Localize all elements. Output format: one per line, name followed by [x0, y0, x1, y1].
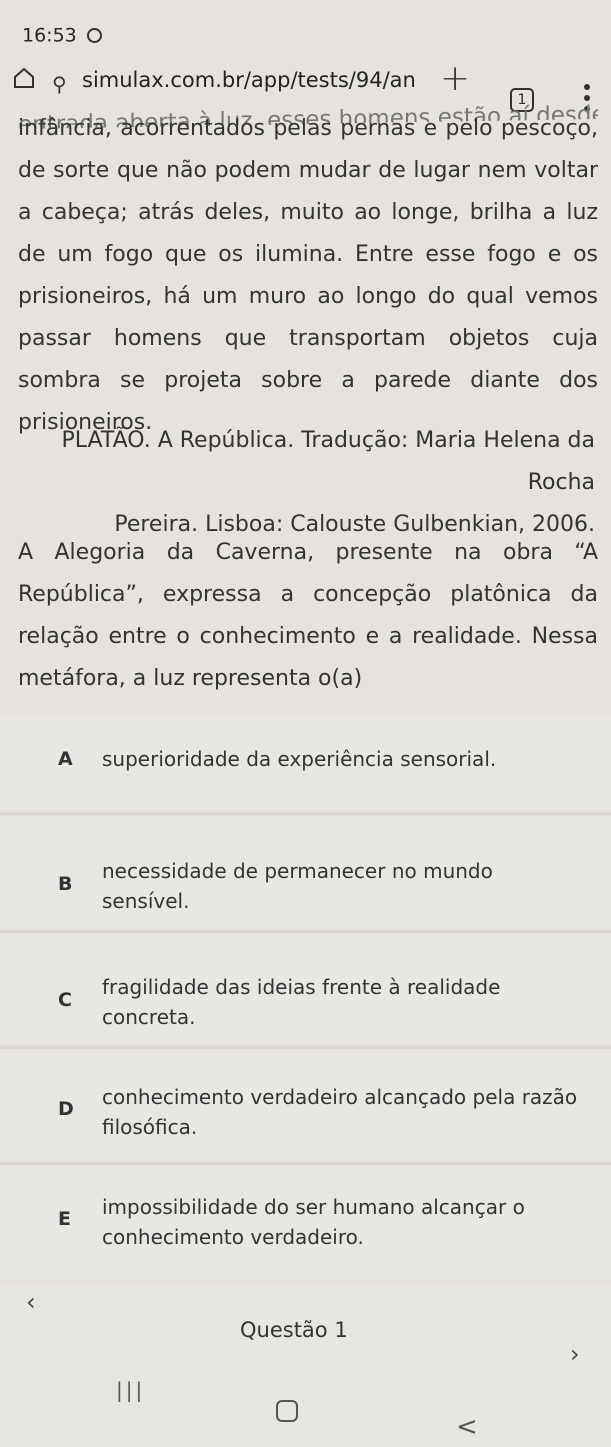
question-navigation: ‹ Questão 1 › ||| < [0, 1284, 611, 1447]
site-settings-icon[interactable]: ⚲ [52, 72, 67, 96]
back-button[interactable]: < [456, 1412, 478, 1442]
option-text: fragilidade das ideias frente à realidad… [102, 975, 501, 1029]
option-letter: E [58, 1208, 71, 1230]
url-bar[interactable]: simulax.com.br/app/tests/94/ans [82, 68, 416, 92]
divider [0, 1162, 611, 1165]
status-time: 16:53 [22, 24, 77, 47]
option-text: necessidade de permanecer no mundo sensí… [102, 859, 493, 913]
option-text: impossibilidade do ser humano alcançar o… [102, 1195, 525, 1249]
option-letter: C [58, 989, 72, 1011]
option-letter: D [58, 1098, 74, 1120]
option-letter: A [58, 748, 73, 770]
option-e[interactable]: E impossibilidade do ser humano alcançar… [0, 1166, 611, 1280]
clock-icon [86, 28, 102, 43]
citation-line: PLATÃO. A República. Tradução: Maria Hel… [61, 428, 595, 495]
option-text: conhecimento verdadeiro alcançado pela r… [102, 1085, 578, 1139]
option-b[interactable]: B necessidade de permanecer no mundo sen… [0, 816, 611, 928]
divider [0, 930, 611, 933]
question-text: A Alegoria da Caverna, presente na obra … [18, 540, 598, 691]
passage-text: infância, acorrentados pelas pernas e pe… [18, 116, 598, 435]
option-letter: B [58, 873, 73, 895]
home-icon[interactable] [12, 66, 36, 90]
option-c[interactable]: C fragilidade das ideias frente à realid… [0, 934, 611, 1044]
new-tab-icon[interactable]: + [440, 58, 470, 99]
option-d[interactable]: D conhecimento verdadeiro alcançado pela… [0, 1050, 611, 1160]
home-button[interactable] [276, 1400, 298, 1422]
status-bar: 16:53 [0, 0, 611, 56]
chevron-left-icon[interactable]: ‹ [26, 1288, 36, 1316]
question-label: Questão 1 [240, 1318, 348, 1342]
divider [0, 1046, 611, 1049]
option-a[interactable]: A superioridade da experiência sensorial… [0, 716, 611, 810]
option-text: superioridade da experiência sensorial. [102, 747, 497, 771]
divider [0, 812, 611, 815]
recent-apps-button[interactable]: ||| [116, 1378, 145, 1402]
chevron-right-icon[interactable]: › [570, 1340, 580, 1368]
citation: PLATÃO. A República. Tradução: Maria Hel… [40, 420, 595, 546]
